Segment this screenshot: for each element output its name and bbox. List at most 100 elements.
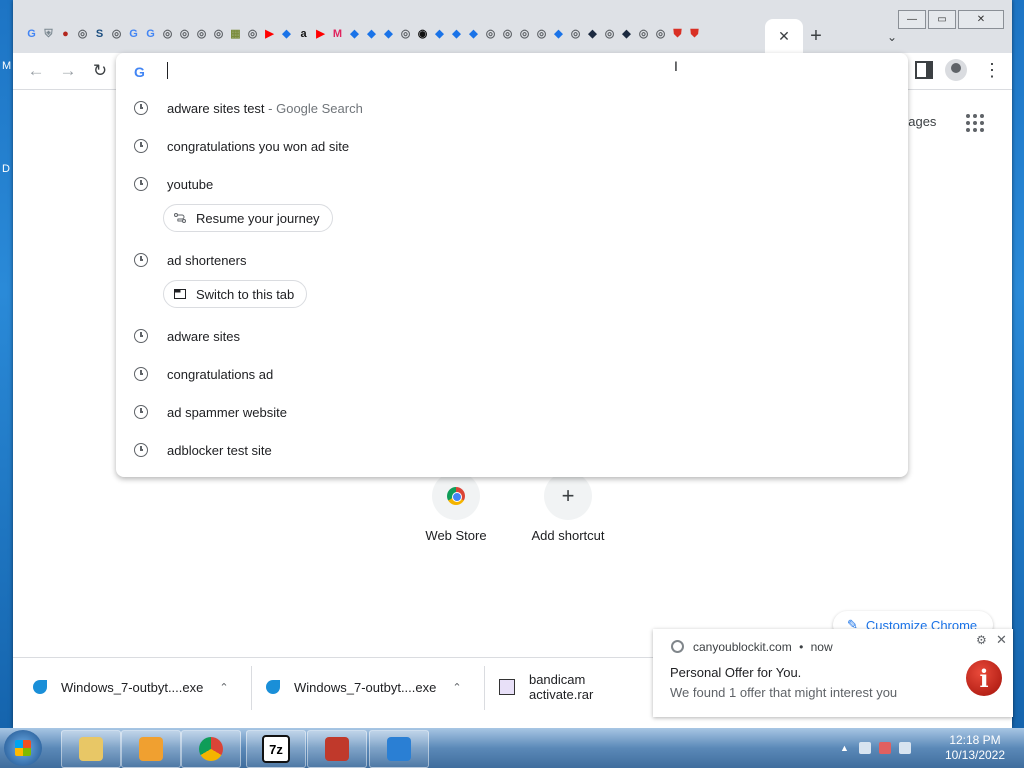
tray-arrow-icon[interactable]: ▲ xyxy=(840,743,849,753)
tab-favicon-icon[interactable]: S xyxy=(91,26,108,43)
download-item[interactable]: bandicam activate.rar xyxy=(499,658,653,716)
tab-favicon-icon[interactable]: ◎ xyxy=(499,26,516,43)
new-tab-button[interactable]: + xyxy=(803,25,829,47)
outbyte-file-icon xyxy=(33,680,47,694)
maximize-button[interactable]: ▭ xyxy=(928,10,956,29)
tab-favicon-icon[interactable]: ▶ xyxy=(261,26,278,43)
chrome-menu-button[interactable]: ⋮ xyxy=(983,59,1001,81)
close-icon[interactable]: ✕ xyxy=(996,632,1007,648)
taskbar-app-7zip[interactable]: 7z xyxy=(246,730,306,768)
omnibox-suggestion[interactable]: youtube xyxy=(116,165,908,203)
minimize-button[interactable]: — xyxy=(898,10,926,29)
volume-icon[interactable] xyxy=(898,742,911,754)
tab-favicon-icon[interactable]: ◎ xyxy=(210,26,227,43)
tab-favicon-icon[interactable]: ◆ xyxy=(448,26,465,43)
tab-favicon-icon[interactable]: ◎ xyxy=(533,26,550,43)
tab-favicon-icon[interactable]: G xyxy=(142,26,159,43)
tab-favicon-icon[interactable]: ◎ xyxy=(159,26,176,43)
taskbar-app-installer[interactable] xyxy=(307,730,367,768)
tab-favicon-icon[interactable]: ◎ xyxy=(635,26,652,43)
history-clock-icon xyxy=(134,367,148,381)
tab-favicon-icon[interactable]: ⛨ xyxy=(40,26,57,43)
tab-favicon-icon[interactable]: ▶ xyxy=(312,26,329,43)
download-filename: Windows_7-outbyt....exe xyxy=(61,679,204,695)
suggestion-text: congratulations ad xyxy=(167,366,274,382)
tab-favicon-icon[interactable]: ▦ xyxy=(227,26,244,43)
shortcut-web-store[interactable]: Web Store xyxy=(406,472,506,543)
side-panel-icon[interactable] xyxy=(915,61,933,79)
suggestion-text: adblocker test site xyxy=(167,442,272,458)
suggestion-text: youtube xyxy=(167,176,214,192)
download-filename: Windows_7-outbyt....exe xyxy=(294,679,437,695)
taskbar-clock[interactable]: 12:18 PM 10/13/2022 xyxy=(940,733,1010,763)
omnibox-suggestion[interactable]: adware sites xyxy=(116,317,908,355)
tab-favicon-icon[interactable]: ◎ xyxy=(193,26,210,43)
tab-favicon-icon[interactable]: ◆ xyxy=(346,26,363,43)
tab-favicon-icon[interactable]: ◆ xyxy=(465,26,482,43)
notification-popup[interactable]: canyoublockit.com • now ⚙ ✕ Personal Off… xyxy=(653,629,1013,717)
gear-icon[interactable]: ⚙ xyxy=(976,633,987,647)
omnibox-suggestion[interactable]: adware sites test - Google Search xyxy=(116,89,908,127)
active-tab[interactable]: ✕ xyxy=(765,19,803,53)
tab-favicon-icon[interactable]: ◆ xyxy=(584,26,601,43)
tab-favicon-icon[interactable]: ◆ xyxy=(380,26,397,43)
tab-favicon-icon[interactable]: ⛊ xyxy=(686,26,703,43)
tab-favicon-icon[interactable]: ◎ xyxy=(516,26,533,43)
tab-favicon-icon[interactable]: ◎ xyxy=(176,26,193,43)
tab-favicon-icon[interactable]: M xyxy=(329,26,346,43)
tab-favicon-icon[interactable]: ⛊ xyxy=(669,26,686,43)
back-button[interactable]: ← xyxy=(25,60,47,82)
tab-favicon-icon[interactable]: ◎ xyxy=(397,26,414,43)
history-clock-icon xyxy=(134,139,148,153)
download-separator xyxy=(484,666,485,710)
start-button[interactable] xyxy=(4,730,42,766)
shortcut-add[interactable]: + Add shortcut xyxy=(518,472,618,543)
download-shelf: Windows_7-outbyt....exe ⌃ Windows_7-outbyt… xyxy=(13,657,653,718)
tab-favicon-icon[interactable]: ◆ xyxy=(550,26,567,43)
tab-close-icon[interactable]: ✕ xyxy=(778,28,790,45)
tab-favicon-icon[interactable]: ◎ xyxy=(482,26,499,43)
tab-favicon-icon[interactable]: ◆ xyxy=(363,26,380,43)
forward-button[interactable]: → xyxy=(57,60,79,82)
download-item[interactable]: Windows_7-outbyt....exe ⌃ xyxy=(266,658,462,716)
chrome-icon xyxy=(199,737,223,761)
plus-icon: + xyxy=(544,472,592,520)
tab-favicon-icon[interactable]: ◎ xyxy=(108,26,125,43)
taskbar-app-chrome[interactable] xyxy=(181,730,241,768)
tab-search-button[interactable]: ⌄ xyxy=(881,27,903,47)
tab-favicon-icon[interactable]: G xyxy=(125,26,142,43)
tab-favicon-icon[interactable]: ◎ xyxy=(244,26,261,43)
omnibox-suggestion[interactable]: congratulations ad xyxy=(116,355,908,393)
tab-favicon-icon[interactable]: ◎ xyxy=(567,26,584,43)
omnibox-suggestion[interactable]: adblocker test site xyxy=(116,431,908,469)
tab-favicon-row: G ⛨ ● ◎ S ◎ G G ◎ ◎ ◎ ◎ ▦ ◎ ▶ ◆ a ▶ M ◆ ◆ ◆ ◎ ◉ ◆ ◆ ◆ ◎ ◎ ◎ ◎ ◆ ◎ ◆ ◎ ◆ ◎ ◎ ⛊ ⛊ xyxy=(23,26,703,46)
tab-favicon-icon[interactable]: ◆ xyxy=(278,26,295,43)
tab-favicon-icon[interactable]: ◉ xyxy=(414,26,431,43)
taskbar-app-media-player[interactable] xyxy=(121,730,181,768)
tab-favicon-icon[interactable]: a xyxy=(295,26,312,43)
omnibox-suggestion[interactable]: ad spammer website xyxy=(116,393,908,431)
close-window-button[interactable]: ✕ xyxy=(958,10,1004,29)
omnibox-input[interactable]: G xyxy=(116,53,908,89)
google-apps-icon[interactable] xyxy=(966,114,984,132)
tab-favicon-icon[interactable]: ◎ xyxy=(601,26,618,43)
tab-favicon-icon[interactable]: ◆ xyxy=(618,26,635,43)
reload-button[interactable]: ↻ xyxy=(89,60,111,82)
taskbar-app-outbyte[interactable] xyxy=(369,730,429,768)
omnibox-suggestion[interactable]: ad shorteners xyxy=(116,241,908,279)
download-item[interactable]: Windows_7-outbyt....exe ⌃ xyxy=(33,658,229,716)
taskbar-app-explorer[interactable] xyxy=(61,730,121,768)
omnibox-suggestion[interactable]: congratulations you won ad site xyxy=(116,127,908,165)
tab-favicon-icon[interactable]: ◆ xyxy=(431,26,448,43)
tab-favicon-icon[interactable]: ◎ xyxy=(74,26,91,43)
tab-favicon-icon[interactable]: G xyxy=(23,26,40,43)
action-center-icon[interactable] xyxy=(878,742,891,754)
profile-avatar[interactable] xyxy=(945,59,967,81)
tab-favicon-icon[interactable]: ● xyxy=(57,26,74,43)
tab-favicon-icon[interactable]: ◎ xyxy=(652,26,669,43)
resume-journey-chip[interactable]: Resume your journey xyxy=(163,204,333,232)
chevron-up-icon[interactable]: ⌃ xyxy=(219,681,228,694)
chevron-up-icon[interactable]: ⌃ xyxy=(452,681,461,694)
network-icon[interactable] xyxy=(858,742,871,754)
switch-tab-chip[interactable]: Switch to this tab xyxy=(163,280,308,308)
